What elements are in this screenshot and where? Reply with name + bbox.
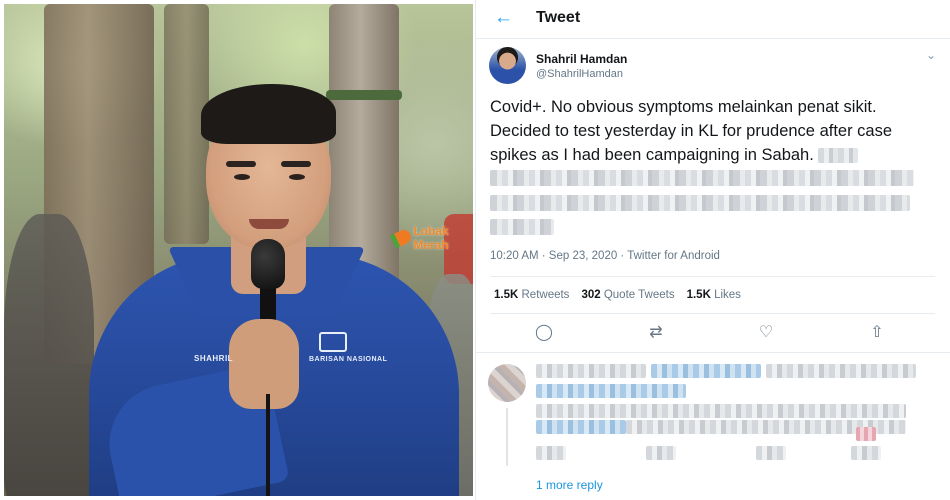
eye — [289, 174, 305, 180]
microphone-icon — [251, 239, 285, 289]
avatar[interactable] — [489, 47, 526, 84]
blurred-reply-meta — [766, 364, 916, 378]
tweet-text-line: spikes as I had been campaigning in Saba… — [490, 146, 814, 164]
tweet-text-line: Covid+. No obvious symptoms melainkan pe… — [490, 98, 877, 116]
blurred-reply-author — [536, 364, 646, 378]
thread-line — [506, 408, 508, 466]
author-name[interactable]: Shahril Hamdan — [536, 52, 627, 66]
author-handle[interactable]: @ShahrilHamdan — [536, 68, 623, 80]
divider — [490, 313, 935, 314]
background-person — [4, 214, 94, 496]
more-replies-link[interactable]: 1 more reply — [536, 478, 603, 492]
tweet-stats: 1.5K Retweets 302 Quote Tweets 1.5K Like… — [494, 289, 741, 301]
news-photo: SHAHRIL BARISAN NASIONAL Lobak Merah — [4, 4, 473, 496]
reply-thread: 1 more reply — [476, 356, 950, 500]
shirt-name-patch: SHAHRIL — [194, 354, 234, 363]
divider — [476, 352, 950, 353]
quotes-label: Quote Tweets — [603, 289, 675, 301]
blurred-redaction — [818, 148, 859, 164]
tweet-header: ← Tweet — [476, 0, 950, 37]
share-icon[interactable]: ⇧ — [867, 323, 887, 343]
mouth — [249, 219, 289, 229]
avatar[interactable] — [488, 364, 526, 402]
hair — [201, 84, 336, 144]
hand — [229, 319, 299, 409]
arrow-left-icon[interactable]: ← — [494, 8, 514, 28]
tweet-text: Covid+. No obvious symptoms melainkan pe… — [490, 95, 930, 167]
blurred-redaction — [490, 170, 914, 186]
blurred-reply-handle — [651, 364, 761, 378]
likes-label: Likes — [714, 289, 741, 301]
blurred-reply-text — [536, 420, 626, 434]
blurred-redaction — [490, 195, 910, 211]
speaker-figure: SHAHRIL BARISAN NASIONAL — [89, 79, 459, 496]
tweet-text-line-with-redaction: spikes as I had been campaigning in Saba… — [490, 143, 930, 167]
party-logo-icon — [319, 332, 347, 352]
heart-icon[interactable]: ♡ — [756, 323, 776, 343]
tweet-timestamp[interactable]: 10:20 AM · Sep 23, 2020 · Twitter for An… — [490, 250, 720, 262]
watermark: Lobak Merah — [389, 224, 473, 252]
eyebrow — [281, 161, 311, 167]
carrot-logo-icon — [389, 227, 414, 249]
blurred-reply-action — [536, 446, 566, 460]
microphone-cable — [266, 394, 270, 496]
blurred-reply-action — [756, 446, 786, 460]
eyebrow — [226, 161, 256, 167]
blurred-reply-action — [646, 446, 676, 460]
quote-tweets-stat[interactable]: 302 Quote Tweets — [581, 289, 674, 301]
watermark-text: Lobak Merah — [413, 224, 449, 252]
retweets-label: Retweets — [521, 289, 570, 301]
blurred-reply-mention — [536, 384, 686, 398]
blurred-redaction — [490, 219, 554, 235]
likes-count: 1.5K — [686, 289, 711, 301]
eye — [234, 174, 250, 180]
chevron-down-icon[interactable]: ⌄ — [926, 48, 936, 62]
tweet-panel: ← Tweet Shahril Hamdan @ShahrilHamdan ⌄ … — [475, 0, 950, 500]
shirt-party-patch: BARISAN NASIONAL — [309, 356, 388, 363]
retweet-icon[interactable]: ⇄ — [646, 323, 666, 343]
blurred-reply-action — [851, 446, 881, 460]
retweets-stat[interactable]: 1.5K Retweets — [494, 289, 569, 301]
retweets-count: 1.5K — [494, 289, 519, 301]
blurred-reply-text — [536, 404, 906, 418]
tweet-text-line: Decided to test yesterday in KL for prud… — [490, 122, 893, 140]
blurred-emoji — [856, 427, 876, 441]
likes-stat[interactable]: 1.5K Likes — [687, 289, 741, 301]
tweet-actions: ◯ ⇄ ♡ ⇧ — [476, 320, 950, 346]
reply-icon[interactable]: ◯ — [534, 323, 554, 343]
divider — [476, 38, 950, 39]
page-title: Tweet — [536, 9, 581, 26]
quotes-count: 302 — [581, 289, 601, 301]
divider — [490, 276, 935, 277]
